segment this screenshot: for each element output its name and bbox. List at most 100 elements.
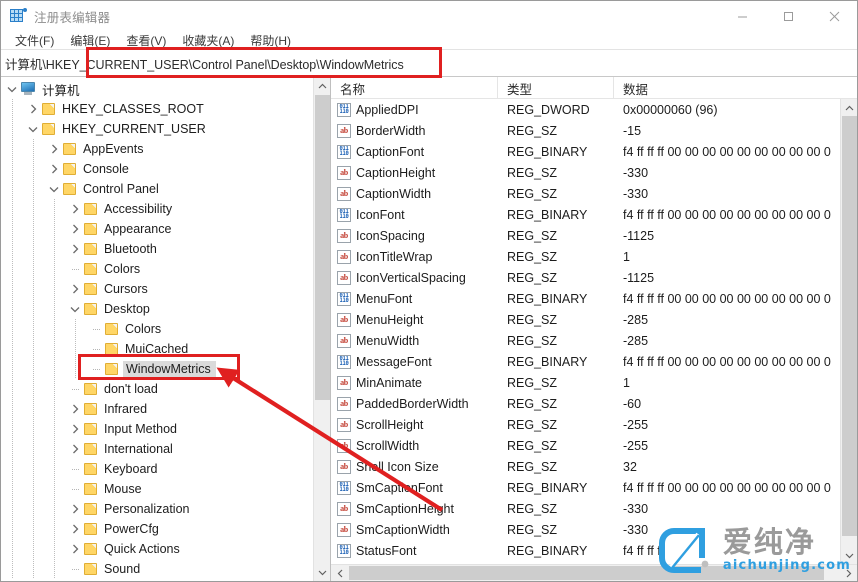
chevron-right-icon[interactable] xyxy=(67,519,83,539)
tree-vertical-scrollbar[interactable] xyxy=(313,77,330,581)
list-scroll-thumb[interactable] xyxy=(842,116,857,536)
column-header-data[interactable]: 数据 xyxy=(614,77,857,99)
table-row[interactable]: abMenuWidthREG_SZ-285 xyxy=(331,330,840,351)
table-row[interactable]: abSmCaptionHeightREG_SZ-330 xyxy=(331,498,840,519)
tree-item-sound[interactable]: Sound xyxy=(1,559,313,579)
table-row[interactable]: abCaptionHeightREG_SZ-330 xyxy=(331,162,840,183)
table-row[interactable]: abScrollWidthREG_SZ-255 xyxy=(331,435,840,456)
table-row[interactable]: abPaddedBorderWidthREG_SZ-60 xyxy=(331,393,840,414)
tree-item-infrared[interactable]: Infrared xyxy=(1,399,313,419)
tree-item-cursors[interactable]: Cursors xyxy=(1,279,313,299)
tree-item-console[interactable]: Console xyxy=(1,159,313,179)
table-row[interactable]: abCaptionWidthREG_SZ-330 xyxy=(331,183,840,204)
list-hscroll-thumb[interactable] xyxy=(349,566,824,580)
tree-item-desktop[interactable]: Desktop xyxy=(1,299,313,319)
tree-guide-line xyxy=(33,399,34,419)
menu-help[interactable]: 帮助(H) xyxy=(242,31,299,50)
table-row[interactable]: 011110StatusFontREG_BINARYf4 ff ff f xyxy=(331,540,840,561)
tree-item-colors[interactable]: Colors xyxy=(1,319,313,339)
tree-item-colors[interactable]: Colors xyxy=(1,259,313,279)
chevron-right-icon[interactable] xyxy=(67,499,83,519)
chevron-right-icon[interactable] xyxy=(67,239,83,259)
chevron-right-icon[interactable] xyxy=(67,539,83,559)
table-row[interactable]: abIconSpacingREG_SZ-1125 xyxy=(331,225,840,246)
value-type-cell: REG_BINARY xyxy=(498,288,614,309)
tree-item-appearance[interactable]: Appearance xyxy=(1,219,313,239)
address-bar[interactable]: 计算机\HKEY_CURRENT_USER\Control Panel\Desk… xyxy=(1,49,857,77)
tree-item-hkey-current-user[interactable]: HKEY_CURRENT_USER xyxy=(1,119,313,139)
chevron-down-icon[interactable] xyxy=(4,79,20,99)
maximize-button[interactable] xyxy=(765,1,811,31)
string-value-icon: ab xyxy=(337,124,351,138)
table-row[interactable]: 011110MenuFontREG_BINARYf4 ff ff ff 00 0… xyxy=(331,288,840,309)
folder-icon xyxy=(104,362,120,376)
chevron-right-icon[interactable] xyxy=(67,399,83,419)
tree-item-input-method[interactable]: Input Method xyxy=(1,419,313,439)
tree-item-muicached[interactable]: MuiCached xyxy=(1,339,313,359)
chevron-down-icon[interactable] xyxy=(25,119,41,139)
tree-item-powercfg[interactable]: PowerCfg xyxy=(1,519,313,539)
column-header-type[interactable]: 类型 xyxy=(498,77,614,99)
scroll-left-icon[interactable] xyxy=(331,565,348,581)
tree-item-appevents[interactable]: AppEvents xyxy=(1,139,313,159)
tree-item-don-t-load[interactable]: don't load xyxy=(1,379,313,399)
tree-item-quick-actions[interactable]: Quick Actions xyxy=(1,539,313,559)
chevron-right-icon[interactable] xyxy=(67,419,83,439)
chevron-right-icon[interactable] xyxy=(67,219,83,239)
table-row[interactable]: abIconVerticalSpacingREG_SZ-1125 xyxy=(331,267,840,288)
table-row[interactable]: 011110SmCaptionFontREG_BINARYf4 ff ff ff… xyxy=(331,477,840,498)
chevron-right-icon[interactable] xyxy=(67,279,83,299)
table-row[interactable]: abBorderWidthREG_SZ-15 xyxy=(331,120,840,141)
tree-item-keyboard[interactable]: Keyboard xyxy=(1,459,313,479)
table-row[interactable]: 011110CaptionFontREG_BINARYf4 ff ff ff 0… xyxy=(331,141,840,162)
scroll-down-icon[interactable] xyxy=(841,547,857,564)
tree-guide-line xyxy=(54,439,55,459)
menu-edit[interactable]: 编辑(E) xyxy=(62,31,118,50)
list-vertical-scrollbar[interactable] xyxy=(840,99,857,564)
scroll-up-icon[interactable] xyxy=(841,99,857,116)
scroll-down-icon[interactable] xyxy=(314,564,331,581)
menu-file[interactable]: 文件(F) xyxy=(7,31,62,50)
table-row[interactable]: abSmCaptionWidthREG_SZ-330 xyxy=(331,519,840,540)
table-row[interactable]: 011110AppliedDPIREG_DWORD0x00000060 (96) xyxy=(331,99,840,120)
tree-item-label: HKEY_CURRENT_USER xyxy=(62,122,212,136)
table-row[interactable]: 011110MessageFontREG_BINARYf4 ff ff ff 0… xyxy=(331,351,840,372)
tree-item-mouse[interactable]: Mouse xyxy=(1,479,313,499)
scroll-right-icon[interactable] xyxy=(840,565,857,581)
chevron-right-icon[interactable] xyxy=(25,99,41,119)
table-row[interactable]: abScrollHeightREG_SZ-255 xyxy=(331,414,840,435)
tree-item-international[interactable]: International xyxy=(1,439,313,459)
table-row[interactable]: 011110IconFontREG_BINARYf4 ff ff ff 00 0… xyxy=(331,204,840,225)
menu-favorites[interactable]: 收藏夹(A) xyxy=(174,31,242,50)
registry-tree[interactable]: 计算机HKEY_CLASSES_ROOT HKEY_CURRENT_USER App… xyxy=(1,77,313,581)
table-row[interactable]: abShell Icon SizeREG_SZ32 xyxy=(331,456,840,477)
chevron-down-icon[interactable] xyxy=(67,299,83,319)
menu-view[interactable]: 查看(V) xyxy=(118,31,174,50)
minimize-button[interactable] xyxy=(719,1,765,31)
chevron-down-icon[interactable] xyxy=(46,179,62,199)
column-header-name[interactable]: 名称 xyxy=(331,77,498,99)
tree-item-personalization[interactable]: Personalization xyxy=(1,499,313,519)
chevron-right-icon[interactable] xyxy=(67,439,83,459)
tree-guide-line xyxy=(33,319,34,339)
tree-scroll-thumb[interactable] xyxy=(315,95,330,400)
tree-item-label: Colors xyxy=(125,322,167,336)
chevron-right-icon[interactable] xyxy=(46,159,62,179)
scroll-up-icon[interactable] xyxy=(314,77,331,94)
chevron-right-icon[interactable] xyxy=(46,139,62,159)
table-row[interactable]: abIconTitleWrapREG_SZ1 xyxy=(331,246,840,267)
table-row[interactable]: abMenuHeightREG_SZ-285 xyxy=(331,309,840,330)
tree-item-accessibility[interactable]: Accessibility xyxy=(1,199,313,219)
tree-item-hkey-classes-root[interactable]: HKEY_CLASSES_ROOT xyxy=(1,99,313,119)
value-name-cell: abMenuHeight xyxy=(331,309,498,330)
chevron-right-icon[interactable] xyxy=(67,199,83,219)
tree-item-control-panel[interactable]: Control Panel xyxy=(1,179,313,199)
tree-item-bluetooth[interactable]: Bluetooth xyxy=(1,239,313,259)
registry-values-list[interactable]: 011110AppliedDPIREG_DWORD0x00000060 (96)… xyxy=(331,99,840,564)
tree-item-windowmetrics[interactable]: WindowMetrics xyxy=(1,359,313,379)
table-row[interactable]: abMinAnimateREG_SZ1 xyxy=(331,372,840,393)
list-horizontal-scrollbar[interactable] xyxy=(331,564,857,581)
close-button[interactable] xyxy=(811,1,857,31)
value-type-cell: REG_SZ xyxy=(498,267,614,288)
tree-item-[interactable]: 计算机 xyxy=(1,79,313,99)
